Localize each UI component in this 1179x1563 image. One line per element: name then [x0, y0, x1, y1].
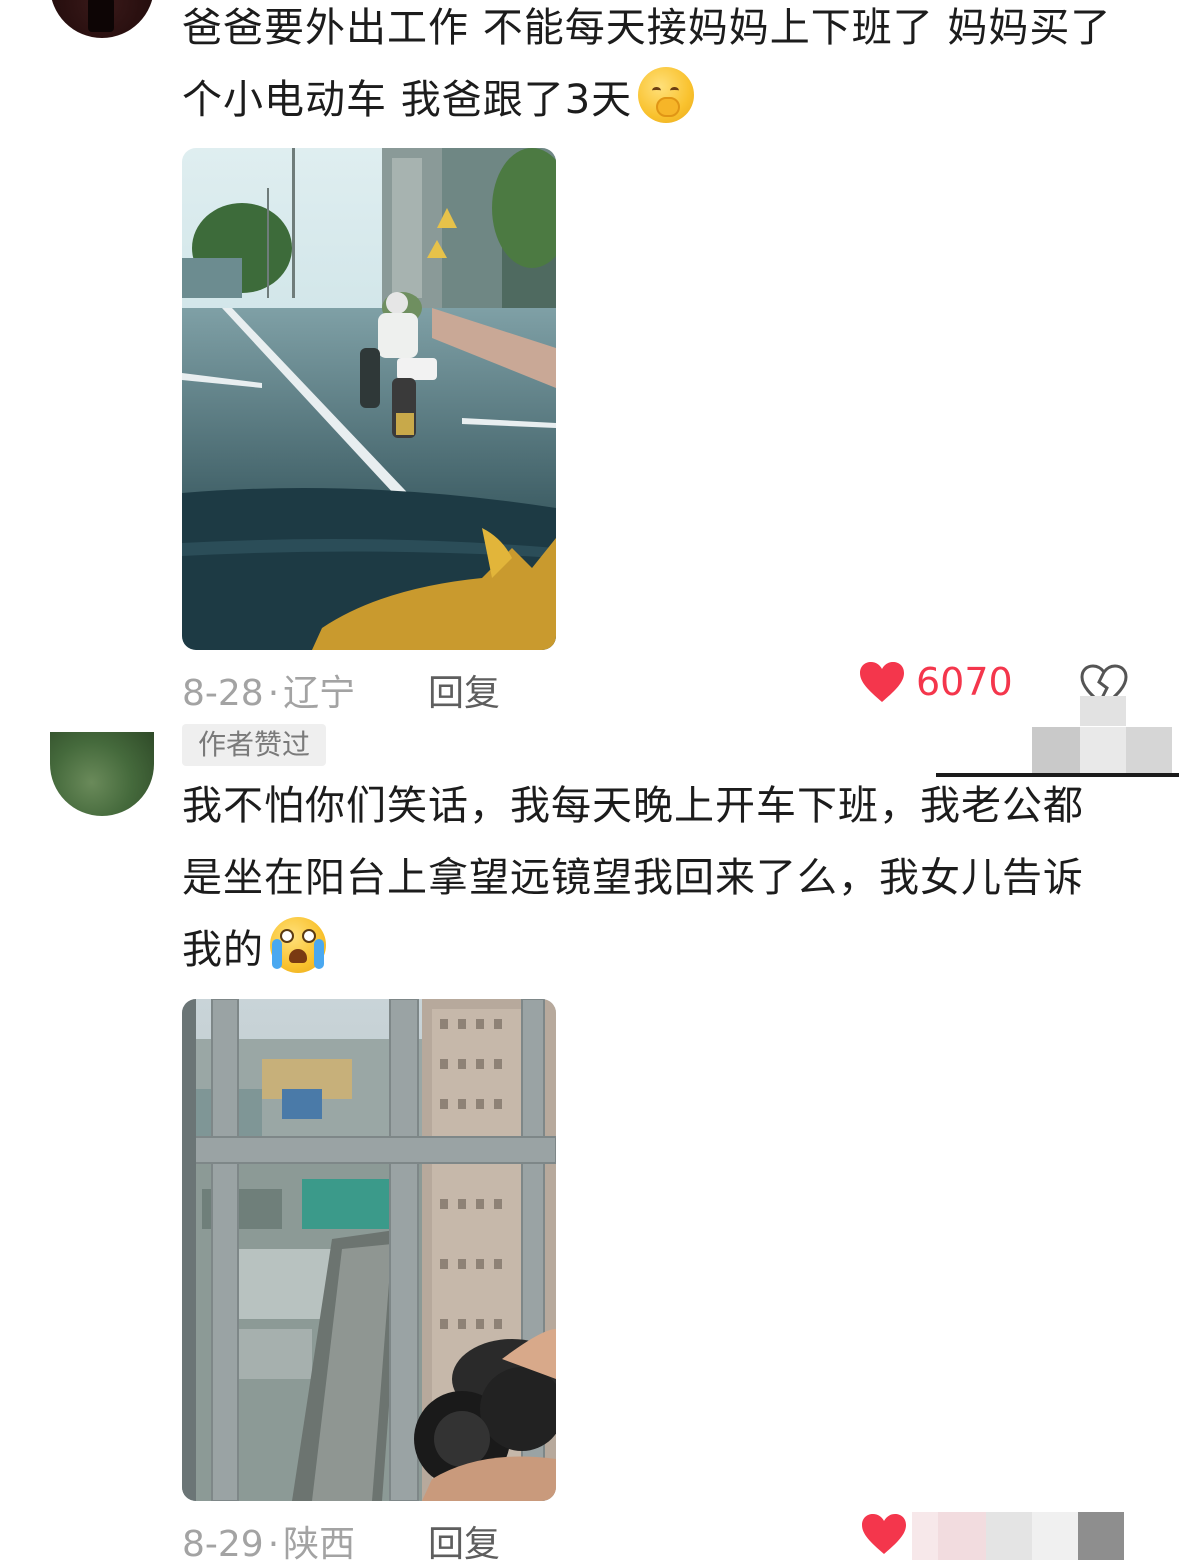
heart-icon: [860, 662, 904, 702]
shy-face-emoji-icon: [638, 67, 695, 123]
author-liked-badge: 作者赞过: [182, 724, 326, 766]
mosaic-block: [912, 1512, 1124, 1560]
comment-image[interactable]: [182, 999, 556, 1501]
heart-icon: [862, 1514, 906, 1554]
meta-separator: ·: [267, 1524, 280, 1563]
comment-image[interactable]: [182, 148, 556, 650]
user-avatar[interactable]: [50, 0, 154, 38]
comment-meta: 8-28 · 辽宁: [182, 664, 355, 716]
like-button[interactable]: 6070: [858, 660, 1013, 704]
meta-separator: ·: [267, 673, 280, 714]
comment-date: 8-29: [182, 1524, 264, 1563]
street-scooter-photo: [182, 148, 556, 650]
reply-button[interactable]: 回复: [428, 1515, 500, 1563]
crying-laughing-emoji-icon: [270, 917, 326, 973]
mosaic-block: [1080, 696, 1126, 726]
comment-text: 爸爸要外出工作 不能每天接妈妈上下班了 妈妈买了个小电动车 我爸跟了3天: [182, 0, 1122, 136]
comment-date: 8-28: [182, 673, 264, 714]
reply-button[interactable]: 回复: [428, 664, 500, 716]
comment-text: 我不怕你们笑话，我每天晚上开车下班，我老公都是坐在阳台上拿望远镜望我回来了么，我…: [182, 770, 1122, 986]
like-count: 6070: [916, 660, 1013, 704]
balcony-binoculars-photo: [182, 999, 556, 1501]
comment-feed: 爸爸要外出工作 不能每天接妈妈上下班了 妈妈买了个小电动车 我爸跟了3天 8-2…: [0, 0, 1179, 1563]
mosaic-block: [1032, 727, 1172, 773]
like-button[interactable]: [860, 1512, 908, 1556]
comment-meta: 8-29 · 陕西: [182, 1515, 355, 1563]
user-avatar[interactable]: [50, 732, 154, 816]
comment-location: 陕西: [283, 1524, 356, 1563]
comment-location: 辽宁: [283, 673, 356, 714]
